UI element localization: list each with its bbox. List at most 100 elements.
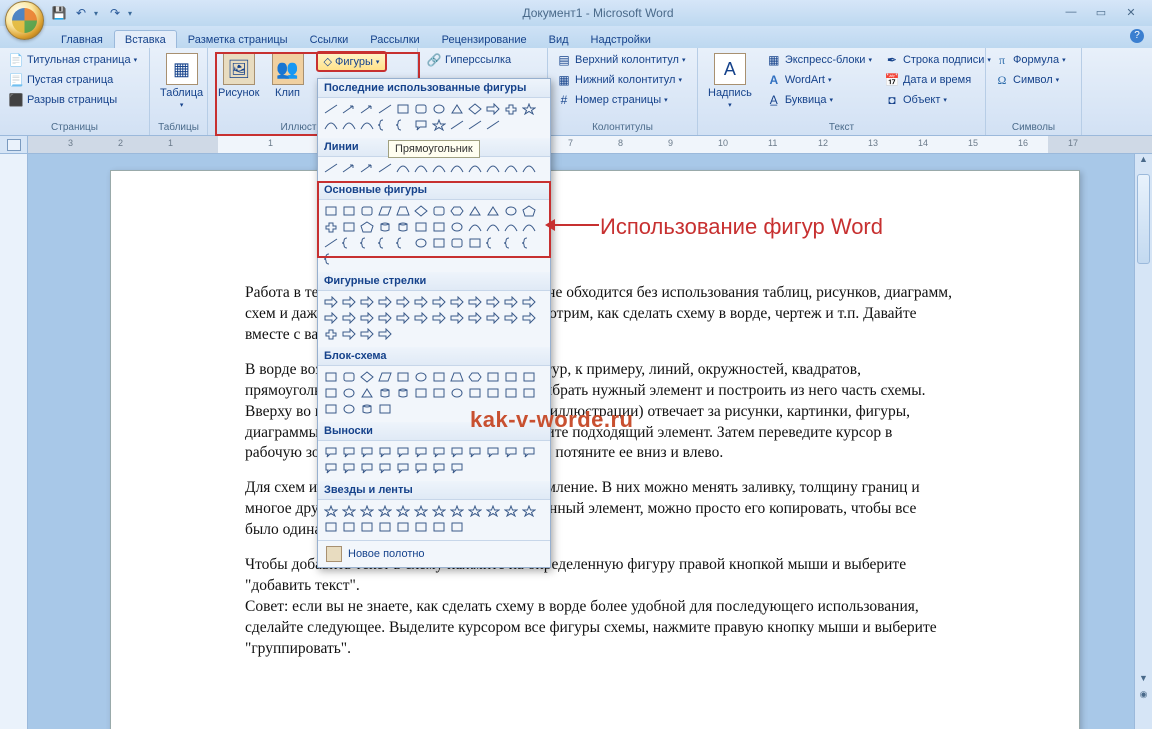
shape-ellipse-icon[interactable] [412, 369, 430, 385]
shape-rect-icon[interactable] [466, 235, 484, 251]
shape-rect-icon[interactable] [394, 519, 412, 535]
shape-blockarr-icon[interactable] [430, 310, 448, 326]
shape-blockarr-icon[interactable] [448, 310, 466, 326]
shape-rect-icon[interactable] [322, 519, 340, 535]
shape-arrow-icon[interactable] [358, 101, 376, 117]
shape-line-icon[interactable] [484, 117, 502, 133]
shape-callout-icon[interactable] [412, 460, 430, 476]
shape-rect-icon[interactable] [412, 385, 430, 401]
shapes-button[interactable]: ◇ Фигуры ▾ [316, 51, 388, 72]
shape-rect-icon[interactable] [502, 385, 520, 401]
shape-brace-icon[interactable] [394, 117, 412, 133]
shape-brace-icon[interactable] [484, 235, 502, 251]
browse-prev-icon[interactable]: ◉ [1135, 689, 1152, 705]
shape-blockarr-icon[interactable] [502, 310, 520, 326]
redo-icon[interactable]: ↷ [106, 4, 124, 22]
shape-ellipse-icon[interactable] [448, 219, 466, 235]
shape-star-icon[interactable] [448, 503, 466, 519]
shape-rect-icon[interactable] [484, 385, 502, 401]
shape-rect-icon[interactable] [430, 369, 448, 385]
shape-star-icon[interactable] [340, 503, 358, 519]
shape-blockarr-icon[interactable] [322, 310, 340, 326]
shape-blockarr-icon[interactable] [358, 294, 376, 310]
blank-page-button[interactable]: 📃Пустая страница [6, 71, 115, 89]
undo-icon[interactable]: ↶ [72, 4, 90, 22]
shape-arrow-icon[interactable] [358, 160, 376, 176]
shape-rect-icon[interactable] [358, 519, 376, 535]
date-time-button[interactable]: 📅Дата и время [882, 71, 993, 89]
minimize-button[interactable]: ― [1060, 6, 1082, 20]
shape-rect-icon[interactable] [412, 219, 430, 235]
shape-roundrect-icon[interactable] [448, 235, 466, 251]
shape-tri-icon[interactable] [358, 385, 376, 401]
shape-line-icon[interactable] [448, 117, 466, 133]
shape-roundrect-icon[interactable] [412, 101, 430, 117]
shape-curve-icon[interactable] [466, 219, 484, 235]
shape-rect-icon[interactable] [448, 519, 466, 535]
tab-addins[interactable]: Надстройки [580, 30, 662, 48]
help-icon[interactable]: ? [1130, 29, 1144, 43]
shape-blockarr-icon[interactable] [466, 310, 484, 326]
shape-callout-icon[interactable] [376, 460, 394, 476]
shape-callout-icon[interactable] [358, 460, 376, 476]
vertical-scrollbar[interactable]: ▲ ▼ ◉ [1134, 154, 1152, 729]
header-button[interactable]: ▤Верхний колонтитул ▾ [554, 51, 687, 69]
hyperlink-button[interactable]: 🔗Гиперссылка [424, 51, 513, 69]
tab-page-layout[interactable]: Разметка страницы [177, 30, 299, 48]
office-button[interactable] [5, 1, 44, 40]
shape-star-icon[interactable] [430, 503, 448, 519]
shape-rect-icon[interactable] [322, 401, 340, 417]
shape-callout-icon[interactable] [412, 444, 430, 460]
shape-brace-icon[interactable] [502, 235, 520, 251]
shape-blockarr-icon[interactable] [520, 294, 538, 310]
shape-line-icon[interactable] [322, 160, 340, 176]
shape-line-icon[interactable] [376, 160, 394, 176]
restore-button[interactable]: ▭ [1090, 6, 1112, 20]
shape-cross-icon[interactable] [322, 326, 340, 342]
shape-blockarr-icon[interactable] [376, 294, 394, 310]
signature-line-button[interactable]: ✒Строка подписи ▾ [882, 51, 993, 69]
shape-rect-icon[interactable] [322, 385, 340, 401]
shape-callout-icon[interactable] [430, 444, 448, 460]
shape-star-icon[interactable] [394, 503, 412, 519]
shape-tri-icon[interactable] [448, 101, 466, 117]
undo-dropdown[interactable]: ▾ [94, 9, 102, 18]
shape-cyl-icon[interactable] [358, 401, 376, 417]
shape-cross-icon[interactable] [322, 219, 340, 235]
shape-tri-icon[interactable] [484, 203, 502, 219]
shape-rect-icon[interactable] [376, 401, 394, 417]
shape-curve-icon[interactable] [466, 160, 484, 176]
shape-arrow-icon[interactable] [340, 101, 358, 117]
shape-ellipse-icon[interactable] [502, 203, 520, 219]
shape-brace-icon[interactable] [376, 235, 394, 251]
shape-curve-icon[interactable] [520, 219, 538, 235]
table-button[interactable]: ▦ Таблица▾ [156, 51, 207, 111]
shape-star-icon[interactable] [502, 503, 520, 519]
shape-blockarr-icon[interactable] [448, 294, 466, 310]
shape-para-icon[interactable] [376, 369, 394, 385]
shape-callout-icon[interactable] [358, 444, 376, 460]
shape-curve-icon[interactable] [502, 219, 520, 235]
shape-trap-icon[interactable] [448, 369, 466, 385]
shape-roundrect-icon[interactable] [430, 203, 448, 219]
shape-line-icon[interactable] [376, 101, 394, 117]
shape-blockarr-icon[interactable] [340, 326, 358, 342]
shape-diamond-icon[interactable] [466, 101, 484, 117]
shape-cyl-icon[interactable] [394, 385, 412, 401]
shape-blockarr-icon[interactable] [484, 101, 502, 117]
shape-callout-icon[interactable] [340, 444, 358, 460]
shape-callout-icon[interactable] [520, 444, 538, 460]
shape-blockarr-icon[interactable] [358, 310, 376, 326]
shape-star-icon[interactable] [412, 503, 430, 519]
textbox-button[interactable]: A Надпись▾ [704, 51, 756, 111]
shape-star-icon[interactable] [466, 503, 484, 519]
shape-blockarr-icon[interactable] [322, 294, 340, 310]
paragraph-5[interactable]: Совет: если вы не знаете, как сделать сх… [245, 597, 953, 660]
shape-rect-icon[interactable] [340, 203, 358, 219]
picture-button[interactable]: 🖼 Рисунок [214, 51, 264, 101]
shape-rect-icon[interactable] [430, 519, 448, 535]
quick-parts-button[interactable]: ▦Экспресс-блоки ▾ [764, 51, 874, 69]
shape-rect-icon[interactable] [340, 519, 358, 535]
shape-callout-icon[interactable] [340, 460, 358, 476]
shape-para-icon[interactable] [376, 203, 394, 219]
